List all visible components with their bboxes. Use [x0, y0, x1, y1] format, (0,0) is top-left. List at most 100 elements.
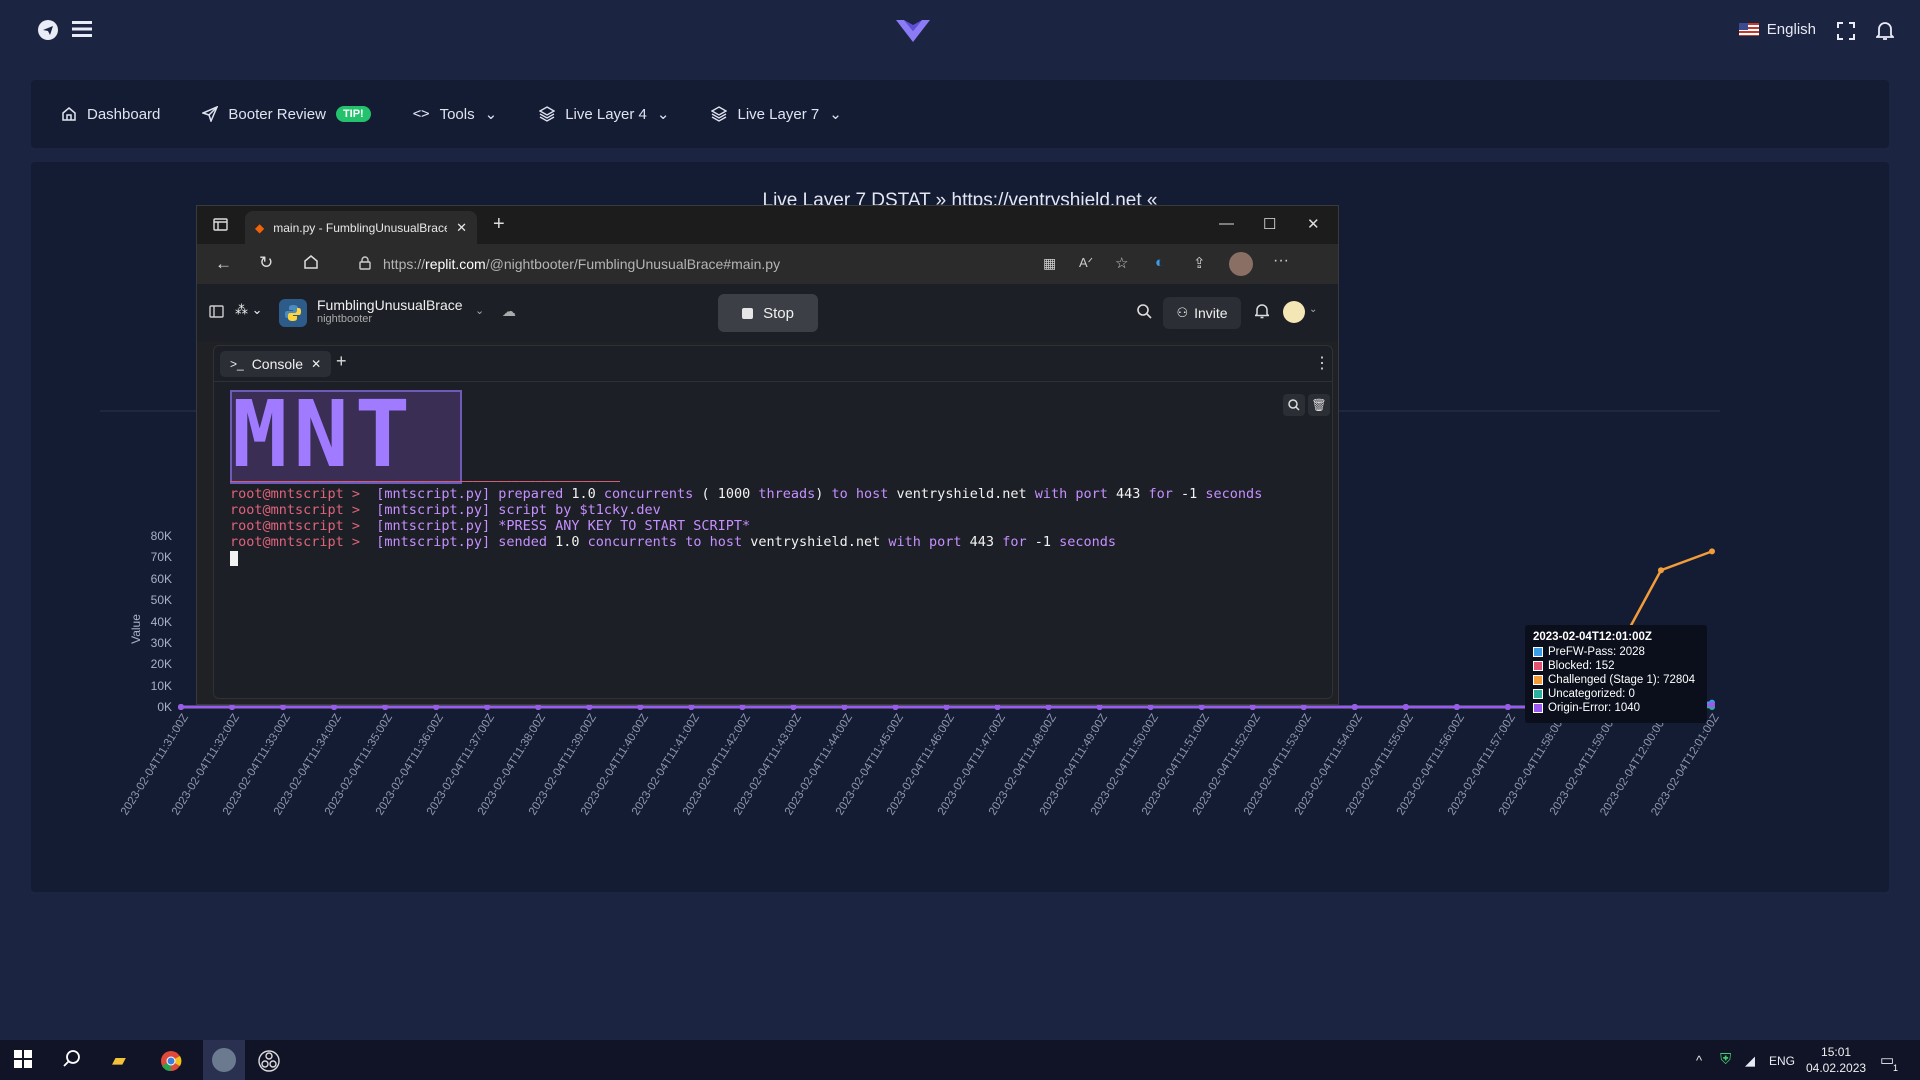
- minimize-button[interactable]: —: [1219, 215, 1234, 232]
- terminal-line: root@mntscript > [mntscript.py] *PRESS A…: [230, 518, 1262, 534]
- url-prefix: https://: [383, 256, 426, 272]
- tab-title: main.py - FumblingUnusualBrace: [273, 220, 448, 235]
- invite-label: Invite: [1194, 305, 1228, 321]
- terminal-token: ventryshield.net: [750, 534, 889, 550]
- terminal-token: prepared: [498, 486, 572, 502]
- console-tab-bar: >_ Console ✕ + ⋮: [214, 346, 1332, 382]
- data-point[interactable]: [1709, 701, 1715, 708]
- chevron-down-icon[interactable]: ⌄: [475, 304, 484, 317]
- tooltip-text: Origin-Error: 1040: [1548, 702, 1641, 714]
- cloud-icon[interactable]: ☁: [502, 303, 516, 320]
- url-field[interactable]: https://replit.com/@nightbooter/Fumbling…: [345, 249, 955, 279]
- replit-menu-icon[interactable]: ⁂ ⌄: [235, 302, 263, 318]
- data-point[interactable]: [1504, 704, 1511, 710]
- console-pane: >_ Console ✕ + ⋮ 🗑 MNT —————————————————…: [213, 345, 1333, 699]
- project-info[interactable]: FumblingUnusualBrace nightbooter: [317, 297, 463, 325]
- replit-favicon: ◆: [255, 220, 265, 235]
- add-tab-button[interactable]: +: [336, 351, 347, 372]
- home-icon[interactable]: [303, 254, 319, 275]
- terminal-token: for: [1148, 486, 1182, 502]
- console-tab-label: Console: [251, 356, 304, 372]
- obs-icon[interactable]: [258, 1050, 280, 1077]
- stop-button[interactable]: Stop: [718, 294, 818, 332]
- terminal-token: [mntscript.py]: [368, 486, 499, 502]
- maximize-button[interactable]: ☐: [1263, 215, 1276, 233]
- search-icon[interactable]: [63, 1050, 81, 1073]
- python-icon[interactable]: [279, 299, 307, 327]
- windows-start-icon[interactable]: [14, 1050, 32, 1073]
- terminal-output: root@mntscript > [mntscript.py] prepared…: [230, 486, 1262, 566]
- project-owner: nightbooter: [317, 313, 373, 325]
- sidebar-toggle-icon[interactable]: [209, 304, 224, 324]
- browser-tab[interactable]: ◆ main.py - FumblingUnusualBrace ✕: [245, 211, 477, 244]
- invite-button[interactable]: ⚇ Invite: [1163, 297, 1241, 329]
- terminal-token: ): [815, 486, 832, 502]
- terminal-token: root@mntscript >: [230, 534, 369, 550]
- edge-icon[interactable]: ◐: [1155, 254, 1164, 271]
- terminal-token: sended: [498, 534, 556, 550]
- more-vert-icon[interactable]: ⋮: [1314, 353, 1330, 373]
- app-icon[interactable]: ▦: [1043, 255, 1056, 272]
- taskbar-active-app[interactable]: [203, 1040, 245, 1080]
- profile-avatar[interactable]: [1229, 252, 1253, 276]
- data-point[interactable]: [1351, 704, 1358, 710]
- data-point[interactable]: [1709, 548, 1715, 555]
- data-point[interactable]: [178, 704, 184, 710]
- terminal-token: root@mntscript >: [230, 486, 369, 502]
- ascii-logo: MNT: [230, 390, 462, 484]
- refresh-icon[interactable]: ↻: [259, 253, 273, 273]
- tooltip-row: Blocked: 152: [1533, 659, 1699, 673]
- close-window-button[interactable]: ✕: [1307, 215, 1320, 233]
- lock-icon: [359, 255, 371, 273]
- tab-actions-icon[interactable]: [213, 217, 228, 237]
- user-avatar[interactable]: [1283, 301, 1305, 323]
- language-indicator[interactable]: ENG: [1769, 1054, 1795, 1068]
- terminal-token: ventryshield.net: [896, 486, 1035, 502]
- terminal-token: 443: [969, 534, 1003, 550]
- ascii-logo-text: MNT: [232, 390, 417, 484]
- data-point[interactable]: [1657, 567, 1664, 574]
- close-icon[interactable]: ✕: [456, 220, 467, 236]
- terminal-token: threads: [758, 486, 816, 502]
- trash-icon[interactable]: 🗑: [1308, 394, 1330, 416]
- back-icon[interactable]: ←: [215, 254, 232, 274]
- tooltip-row: Origin-Error: 1040: [1533, 701, 1699, 715]
- url-domain: replit.com: [425, 256, 486, 272]
- clock[interactable]: 15:01 04.02.2023: [1806, 1044, 1866, 1076]
- security-shield-icon[interactable]: ⛨: [1720, 1051, 1731, 1068]
- more-icon[interactable]: ···: [1273, 252, 1289, 270]
- terminal-token: for: [1002, 534, 1035, 550]
- terminal-token: with port: [888, 534, 970, 550]
- terminal-token: [mntscript.py]: [368, 502, 499, 518]
- network-icon[interactable]: ◢: [1745, 1053, 1755, 1069]
- data-point[interactable]: [1402, 704, 1409, 710]
- tooltip-row: Uncategorized: 0: [1533, 687, 1699, 701]
- terminal-token: -1: [1034, 534, 1060, 550]
- favorite-icon[interactable]: ☆: [1115, 254, 1128, 272]
- search-icon[interactable]: [1283, 394, 1305, 416]
- data-point[interactable]: [1453, 704, 1460, 710]
- bell-icon[interactable]: [1253, 303, 1271, 324]
- terminal-token: root@mntscript >: [230, 502, 369, 518]
- read-aloud-icon[interactable]: Aᐟ: [1079, 255, 1093, 271]
- terminal-token: seconds: [1205, 486, 1263, 502]
- terminal-token: [mntscript.py]: [368, 518, 499, 534]
- chrome-icon[interactable]: [160, 1050, 182, 1077]
- address-bar-row: ← ↻ https://replit.com/@nightbooter/Fumb…: [197, 244, 1338, 284]
- tab-console[interactable]: >_ Console ✕: [220, 351, 332, 377]
- chevron-down-icon[interactable]: ⌄: [1309, 304, 1317, 315]
- tooltip-row: PreFW-Pass: 2028: [1533, 645, 1699, 659]
- search-icon[interactable]: [1137, 304, 1152, 324]
- share-icon[interactable]: ⇪: [1193, 254, 1206, 272]
- clock-date: 04.02.2023: [1806, 1061, 1867, 1075]
- chevron-up-icon[interactable]: ^: [1696, 1053, 1702, 1068]
- url-text: https://replit.com/@nightbooter/Fumbling…: [383, 256, 780, 272]
- terminal-token: 1.0: [555, 534, 588, 550]
- close-icon[interactable]: ✕: [311, 357, 321, 371]
- new-tab-button[interactable]: +: [493, 213, 505, 236]
- terminal-line: root@mntscript > [mntscript.py] script b…: [230, 502, 1262, 518]
- terminal-token: to host: [685, 534, 751, 550]
- terminal-token: concurrents: [587, 534, 686, 550]
- file-explorer-icon[interactable]: ▰: [112, 1050, 126, 1071]
- terminal-cursor[interactable]: [230, 551, 238, 566]
